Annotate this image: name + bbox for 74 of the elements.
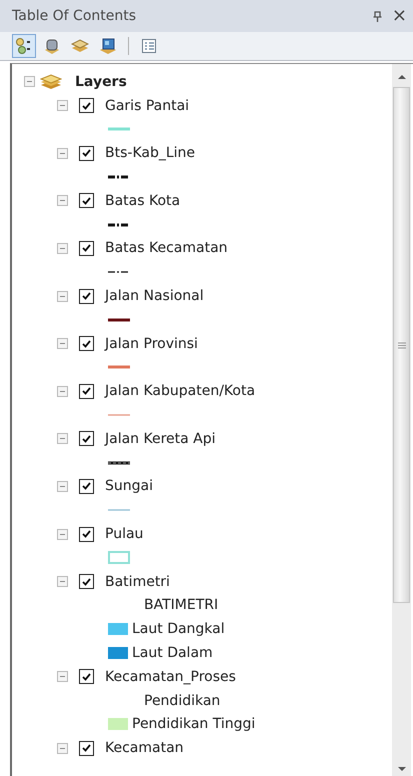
collapse-icon[interactable] [57,386,68,397]
check-icon [82,102,91,110]
check-icon [82,244,91,252]
list-options-icon [141,38,157,54]
check-icon [82,578,91,586]
grip-icon [398,342,406,348]
layer-name[interactable]: Jalan Kereta Api [105,430,216,447]
layers-tree-icon [15,37,33,55]
collapse-icon[interactable] [57,528,68,540]
layer-name[interactable]: Batas Kecamatan [105,240,228,256]
check-icon [82,530,91,538]
layer-name[interactable]: Jalan Nasional [105,288,204,304]
pin-icon[interactable] [372,10,382,22]
visibility-checkbox[interactable] [79,146,94,161]
check-icon [82,340,91,348]
scroll-up-icon[interactable] [398,74,406,79]
visibility-checkbox[interactable] [79,288,94,304]
collapse-icon[interactable] [57,242,68,254]
stacked-layers-icon [71,37,89,55]
layer-name[interactable]: Garis Pantai [105,98,190,114]
collapse-icon[interactable] [24,76,35,88]
collapse-icon[interactable] [57,742,68,754]
class-label: Pendidikan Tinggi [132,716,256,732]
check-icon [82,196,91,205]
scrollbar-thumb[interactable] [393,87,410,603]
layer-name[interactable]: Bts-Kab_Line [105,145,196,162]
monitor-layer-icon [99,37,117,55]
toolbar-button[interactable] [12,34,36,58]
layers-folder-icon [40,74,62,90]
check-icon [82,387,91,396]
collapse-icon[interactable] [57,576,68,588]
window-title: Table Of Contents [12,8,138,24]
layer-name[interactable]: Jalan Provinsi [105,336,198,352]
collapse-icon[interactable] [57,100,68,112]
check-icon [82,434,91,443]
visibility-checkbox[interactable] [79,384,94,399]
visibility-checkbox[interactable] [79,240,94,256]
class-label: Laut Dangkal [132,621,225,638]
close-button[interactable]: × [390,7,409,25]
visibility-checkbox[interactable] [79,336,94,352]
visibility-checkbox[interactable] [79,740,94,756]
legend-heading: BATIMETRI [144,597,218,614]
visibility-checkbox[interactable] [79,193,94,208]
layer-name[interactable]: Kecamatan [105,740,184,756]
collapse-icon[interactable] [57,195,68,206]
check-icon [82,672,91,681]
collapse-icon[interactable] [57,433,68,444]
class-label: Laut Dalam [132,645,213,662]
collapse-icon[interactable] [57,148,68,159]
legend-heading: Pendidikan [144,692,220,709]
check-icon [82,482,91,490]
layer-name[interactable]: Jalan Kabupaten/Kota [105,383,256,400]
layer-name[interactable]: Kecamatan_Proses [105,668,236,685]
scrollbar[interactable] [392,64,411,776]
layer-name[interactable]: Pulau [105,526,144,542]
collapse-icon[interactable] [57,480,68,492]
layer-name[interactable]: Batimetri [105,574,170,590]
collapse-icon[interactable] [57,338,68,350]
layer-name[interactable]: Batas Kota [105,192,180,209]
layer-group-name[interactable]: Layers [75,74,127,90]
layer-name[interactable]: Sungai [105,478,153,494]
collapse-icon[interactable] [57,671,68,682]
visibility-checkbox[interactable] [79,526,94,542]
visibility-checkbox[interactable] [79,574,94,590]
check-icon [82,744,91,752]
scroll-down-icon[interactable] [398,767,406,772]
visibility-checkbox[interactable] [79,478,94,494]
visibility-checkbox[interactable] [79,669,94,684]
visibility-checkbox[interactable] [79,431,94,446]
check-icon [82,149,91,158]
visibility-checkbox[interactable] [79,98,94,114]
database-icon [43,37,61,55]
collapse-icon[interactable] [57,290,68,302]
check-icon [82,292,91,300]
